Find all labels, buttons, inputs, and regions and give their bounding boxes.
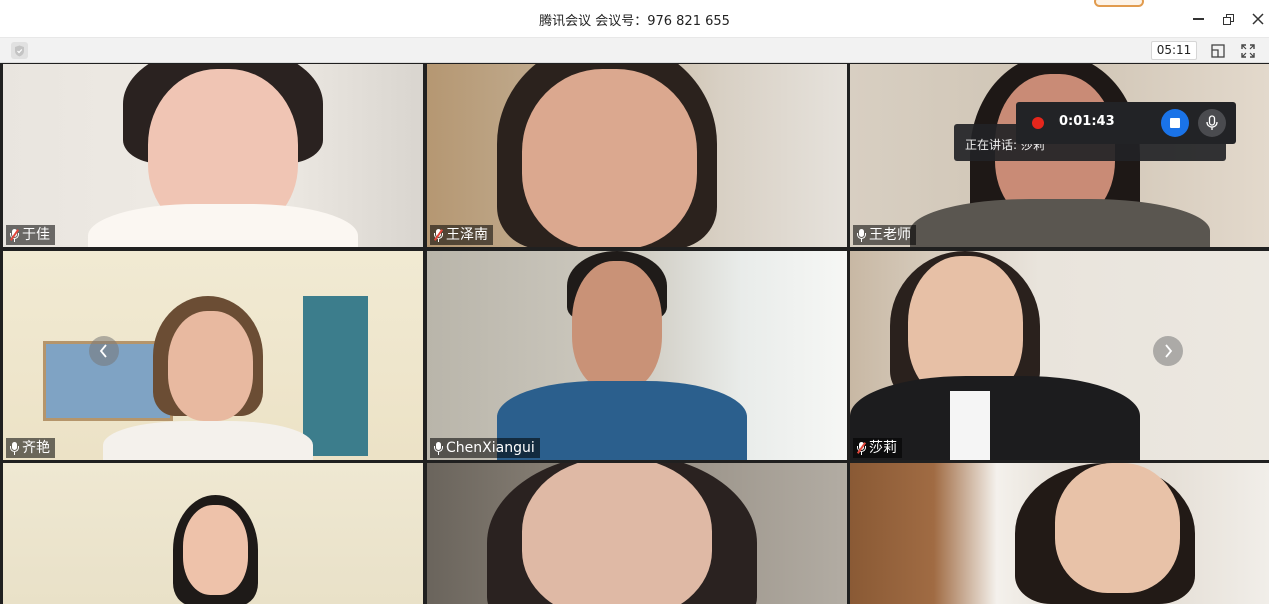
participant-name: 王泽南: [446, 227, 488, 243]
meeting-timer: 05:11: [1151, 41, 1197, 60]
wall-painting: [303, 296, 368, 456]
title-bar: 腾讯会议 会议号：976 821 655: [0, 0, 1269, 38]
layout-icon: [1210, 43, 1225, 58]
restore-button[interactable]: [1218, 9, 1238, 29]
chevron-right-icon: [1165, 344, 1173, 358]
fullscreen-button[interactable]: [1239, 42, 1256, 59]
participant-name: 莎莉: [869, 440, 897, 456]
recording-time: 0:01:43: [1059, 114, 1115, 129]
video-tile[interactable]: 莎莉: [850, 251, 1269, 460]
close-button[interactable]: [1248, 9, 1268, 29]
video-tile[interactable]: [427, 463, 847, 604]
minimize-icon: [1192, 18, 1204, 20]
mic-icon: [9, 441, 19, 455]
chevron-left-icon: [99, 344, 107, 358]
layout-button[interactable]: [1209, 42, 1226, 59]
video-tile[interactable]: 齐艳: [3, 251, 423, 460]
close-icon: [1252, 13, 1264, 25]
muted-mic-icon: [9, 228, 20, 242]
microphone-icon: [1206, 115, 1218, 130]
restore-icon: [1222, 13, 1234, 25]
video-tile[interactable]: [850, 463, 1269, 604]
previous-page-button[interactable]: [89, 336, 119, 366]
video-tile[interactable]: [3, 463, 423, 604]
muted-mic-icon: [433, 228, 444, 242]
participant-name: 齐艳: [22, 440, 50, 456]
fullscreen-icon: [1240, 43, 1255, 58]
participant-name-tag: 王泽南: [430, 225, 493, 245]
participant-name: 王老师: [869, 227, 911, 243]
participant-name: ChenXiangui: [446, 440, 535, 456]
recording-mic-button[interactable]: [1198, 109, 1226, 137]
window-title: 腾讯会议 会议号：976 821 655: [539, 14, 730, 29]
mic-icon: [433, 441, 443, 455]
shield-icon: [15, 45, 24, 56]
minimize-button[interactable]: [1188, 9, 1208, 29]
participant-name-tag: 于佳: [6, 225, 55, 245]
participant-name-tag: 莎莉: [853, 438, 902, 458]
muted-mic-icon: [856, 441, 867, 455]
shirt-collar: [950, 391, 990, 460]
participant-name-tag: ChenXiangui: [430, 438, 540, 458]
participant-name-tag: 王老师: [853, 225, 916, 245]
recording-dot-icon: [1032, 117, 1044, 129]
participant-name-tag: 齐艳: [6, 438, 55, 458]
video-tile[interactable]: 于佳: [3, 64, 423, 247]
meeting-toolbar: 05:11: [0, 38, 1269, 63]
next-page-button[interactable]: [1153, 336, 1183, 366]
stop-icon: [1170, 118, 1180, 128]
stop-recording-button[interactable]: [1161, 109, 1189, 137]
security-button[interactable]: [11, 42, 28, 59]
video-tile[interactable]: ChenXiangui: [427, 251, 847, 460]
mic-icon: [856, 228, 866, 242]
video-tile[interactable]: 王泽南: [427, 64, 847, 247]
speaking-prefix: 正在讲话:: [965, 138, 1021, 152]
participant-name: 于佳: [22, 227, 50, 243]
recording-controls: 0:01:43: [1016, 102, 1236, 144]
top-indicator-pill[interactable]: [1094, 0, 1144, 7]
